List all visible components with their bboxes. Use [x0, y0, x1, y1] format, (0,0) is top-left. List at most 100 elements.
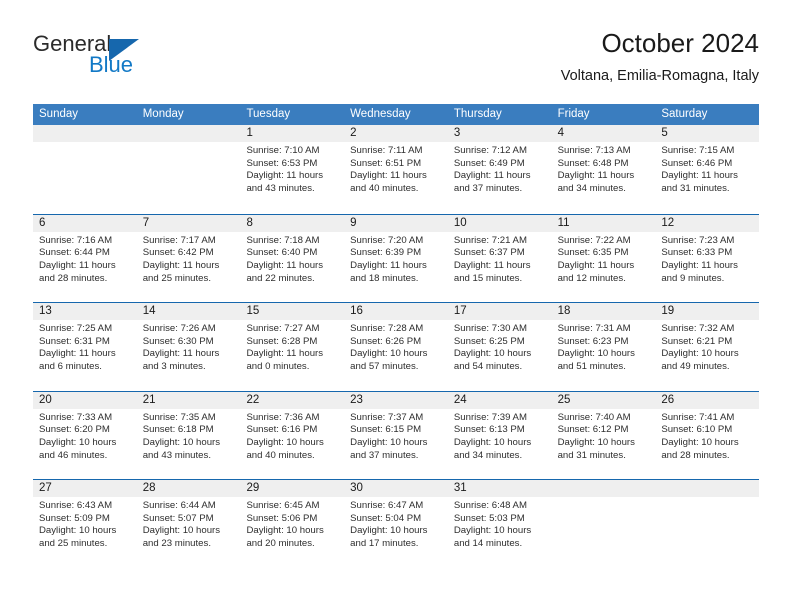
- day-number: [551, 480, 656, 497]
- day-cell[interactable]: 21 Sunrise: 7:35 AM Sunset: 6:18 PM Dayl…: [136, 391, 241, 479]
- day-number: [136, 125, 241, 142]
- day-cell[interactable]: 2 Sunrise: 7:11 AM Sunset: 6:51 PM Dayli…: [344, 125, 448, 214]
- day-cell[interactable]: 14 Sunrise: 7:26 AM Sunset: 6:30 PM Dayl…: [136, 303, 241, 391]
- day-cell[interactable]: 13 Sunrise: 7:25 AM Sunset: 6:31 PM Dayl…: [33, 303, 137, 391]
- day-cell[interactable]: 9 Sunrise: 7:20 AM Sunset: 6:39 PM Dayli…: [344, 214, 448, 302]
- day-cell[interactable]: 15 Sunrise: 7:27 AM Sunset: 6:28 PM Dayl…: [240, 303, 345, 391]
- sunset-text: Sunset: 6:35 PM: [557, 247, 629, 259]
- daylight-text-line1: Daylight: 11 hours: [350, 259, 427, 271]
- day-details: Sunrise: 7:40 AM Sunset: 6:12 PM Dayligh…: [552, 409, 656, 463]
- general-blue-logo[interactable]: General Blue: [33, 32, 233, 92]
- sunrise-text: Sunrise: 7:40 AM: [557, 411, 631, 423]
- day-cell[interactable]: 19 Sunrise: 7:32 AM Sunset: 6:21 PM Dayl…: [655, 303, 760, 391]
- daylight-text-line1: Daylight: 10 hours: [661, 348, 739, 360]
- daylight-text-line1: Daylight: 11 hours: [246, 348, 324, 360]
- day-cell[interactable]: 18 Sunrise: 7:31 AM Sunset: 6:23 PM Dayl…: [551, 303, 656, 391]
- daylight-text-line1: Daylight: 11 hours: [246, 170, 324, 182]
- day-cell[interactable]: 24 Sunrise: 7:39 AM Sunset: 6:13 PM Dayl…: [447, 391, 552, 479]
- day-number: 30: [344, 480, 448, 497]
- day-cell[interactable]: 22 Sunrise: 7:36 AM Sunset: 6:16 PM Dayl…: [240, 391, 345, 479]
- weekday-header-monday: Monday: [142, 108, 184, 120]
- day-details: Sunrise: 7:30 AM Sunset: 6:25 PM Dayligh…: [448, 320, 552, 374]
- day-cell[interactable]: 16 Sunrise: 7:28 AM Sunset: 6:26 PM Dayl…: [344, 303, 448, 391]
- sunrise-text: Sunrise: 7:27 AM: [246, 323, 320, 334]
- sunset-text: Sunset: 6:28 PM: [246, 335, 318, 347]
- day-details: Sunrise: 6:44 AM Sunset: 5:07 PM Dayligh…: [137, 497, 241, 551]
- daylight-text-line2: and 40 minutes.: [246, 449, 315, 461]
- sunrise-text: Sunrise: 7:13 AM: [557, 145, 631, 156]
- calendar-page: General Blue October 2024 Voltana, Emili…: [0, 0, 792, 612]
- day-number: [33, 125, 137, 142]
- calendar-week-row: 13 Sunrise: 7:25 AM Sunset: 6:31 PM Dayl…: [33, 302, 760, 391]
- day-number: 26: [655, 391, 760, 409]
- day-details: Sunrise: 7:37 AM Sunset: 6:15 PM Dayligh…: [344, 409, 448, 463]
- day-cell[interactable]: 17 Sunrise: 7:30 AM Sunset: 6:25 PM Dayl…: [447, 303, 552, 391]
- day-number: 21: [136, 391, 241, 409]
- sunrise-text: Sunrise: 7:21 AM: [453, 234, 527, 246]
- day-number: 28: [136, 480, 241, 497]
- day-number: [655, 480, 760, 497]
- day-cell[interactable]: [655, 480, 760, 568]
- day-cell[interactable]: 11 Sunrise: 7:22 AM Sunset: 6:35 PM Dayl…: [551, 214, 656, 302]
- daylight-text-line1: Daylight: 10 hours: [246, 436, 324, 448]
- sunset-text: Sunset: 6:18 PM: [142, 424, 214, 436]
- day-cell[interactable]: 8 Sunrise: 7:18 AM Sunset: 6:40 PM Dayli…: [240, 214, 345, 302]
- sunset-text: Sunset: 5:06 PM: [246, 512, 318, 524]
- day-details: Sunrise: 7:32 AM Sunset: 6:21 PM Dayligh…: [655, 320, 759, 374]
- daylight-text-line1: Daylight: 11 hours: [39, 259, 116, 271]
- day-details: Sunrise: 7:17 AM Sunset: 6:42 PM Dayligh…: [137, 232, 241, 286]
- day-cell[interactable]: 28 Sunrise: 6:44 AM Sunset: 5:07 PM Dayl…: [136, 480, 241, 568]
- sunset-text: Sunset: 6:31 PM: [39, 335, 110, 347]
- day-number: 31: [447, 480, 552, 497]
- sunset-text: Sunset: 6:20 PM: [39, 424, 110, 436]
- day-cell[interactable]: 20 Sunrise: 7:33 AM Sunset: 6:20 PM Dayl…: [33, 391, 137, 479]
- sunrise-text: Sunrise: 7:26 AM: [142, 323, 216, 334]
- day-cell[interactable]: 4 Sunrise: 7:13 AM Sunset: 6:48 PM Dayli…: [551, 125, 656, 214]
- sunset-text: Sunset: 6:26 PM: [350, 335, 422, 347]
- day-cell[interactable]: 23 Sunrise: 7:37 AM Sunset: 6:15 PM Dayl…: [344, 391, 448, 479]
- day-cell[interactable]: [551, 480, 656, 568]
- day-cell[interactable]: 5 Sunrise: 7:15 AM Sunset: 6:46 PM Dayli…: [655, 125, 760, 214]
- day-cell[interactable]: 12 Sunrise: 7:23 AM Sunset: 6:33 PM Dayl…: [655, 214, 760, 302]
- sunset-text: Sunset: 6:42 PM: [142, 247, 214, 259]
- daylight-text-line2: and 12 minutes.: [557, 272, 626, 284]
- day-number: 7: [136, 214, 241, 232]
- sunrise-text: Sunrise: 7:36 AM: [246, 411, 320, 423]
- day-number: 8: [240, 214, 345, 232]
- calendar-week-row: 1 Sunrise: 7:10 AM Sunset: 6:53 PM Dayli…: [33, 125, 760, 214]
- day-number: 29: [240, 480, 345, 497]
- day-cell[interactable]: 7 Sunrise: 7:17 AM Sunset: 6:42 PM Dayli…: [136, 214, 241, 302]
- daylight-text-line1: Daylight: 10 hours: [350, 348, 428, 360]
- sunset-text: Sunset: 6:16 PM: [246, 424, 318, 436]
- sunset-text: Sunset: 6:33 PM: [661, 247, 733, 259]
- daylight-text-line2: and 3 minutes.: [142, 361, 206, 373]
- day-details: Sunrise: 7:33 AM Sunset: 6:20 PM Dayligh…: [33, 409, 137, 463]
- sunset-text: Sunset: 6:10 PM: [661, 424, 733, 436]
- day-details: Sunrise: 6:48 AM Sunset: 5:03 PM Dayligh…: [448, 497, 552, 551]
- sunset-text: Sunset: 6:44 PM: [39, 247, 110, 259]
- day-cell[interactable]: 30 Sunrise: 6:47 AM Sunset: 5:04 PM Dayl…: [344, 480, 448, 568]
- day-cell[interactable]: 31 Sunrise: 6:48 AM Sunset: 5:03 PM Dayl…: [447, 480, 552, 568]
- day-cell[interactable]: [33, 125, 137, 214]
- day-details: Sunrise: 6:47 AM Sunset: 5:04 PM Dayligh…: [344, 497, 448, 551]
- daylight-text-line2: and 20 minutes.: [246, 538, 315, 550]
- day-cell[interactable]: [136, 125, 241, 214]
- sunrise-text: Sunrise: 7:39 AM: [453, 411, 527, 423]
- daylight-text-line2: and 40 minutes.: [350, 183, 419, 195]
- page-subtitle: Voltana, Emilia-Romagna, Italy: [560, 68, 759, 84]
- day-cell[interactable]: 6 Sunrise: 7:16 AM Sunset: 6:44 PM Dayli…: [33, 214, 137, 302]
- daylight-text-line1: Daylight: 11 hours: [453, 259, 531, 271]
- daylight-text-line2: and 14 minutes.: [453, 538, 523, 550]
- day-cell[interactable]: 1 Sunrise: 7:10 AM Sunset: 6:53 PM Dayli…: [240, 125, 345, 214]
- day-details: Sunrise: 7:39 AM Sunset: 6:13 PM Dayligh…: [448, 409, 552, 463]
- weekday-header-row: Sunday Monday Tuesday Wednesday Thursday…: [33, 104, 759, 125]
- day-cell[interactable]: 10 Sunrise: 7:21 AM Sunset: 6:37 PM Dayl…: [447, 214, 552, 302]
- day-cell[interactable]: 26 Sunrise: 7:41 AM Sunset: 6:10 PM Dayl…: [655, 391, 760, 479]
- calendar-grid: Sunday Monday Tuesday Wednesday Thursday…: [33, 104, 760, 568]
- day-cell[interactable]: 29 Sunrise: 6:45 AM Sunset: 5:06 PM Dayl…: [240, 480, 345, 568]
- calendar-week-row: 6 Sunrise: 7:16 AM Sunset: 6:44 PM Dayli…: [33, 213, 760, 302]
- day-cell[interactable]: 3 Sunrise: 7:12 AM Sunset: 6:49 PM Dayli…: [447, 125, 552, 214]
- day-cell[interactable]: 25 Sunrise: 7:40 AM Sunset: 6:12 PM Dayl…: [551, 391, 656, 479]
- daylight-text-line2: and 15 minutes.: [453, 272, 523, 284]
- day-cell[interactable]: 27 Sunrise: 6:43 AM Sunset: 5:09 PM Dayl…: [33, 480, 137, 568]
